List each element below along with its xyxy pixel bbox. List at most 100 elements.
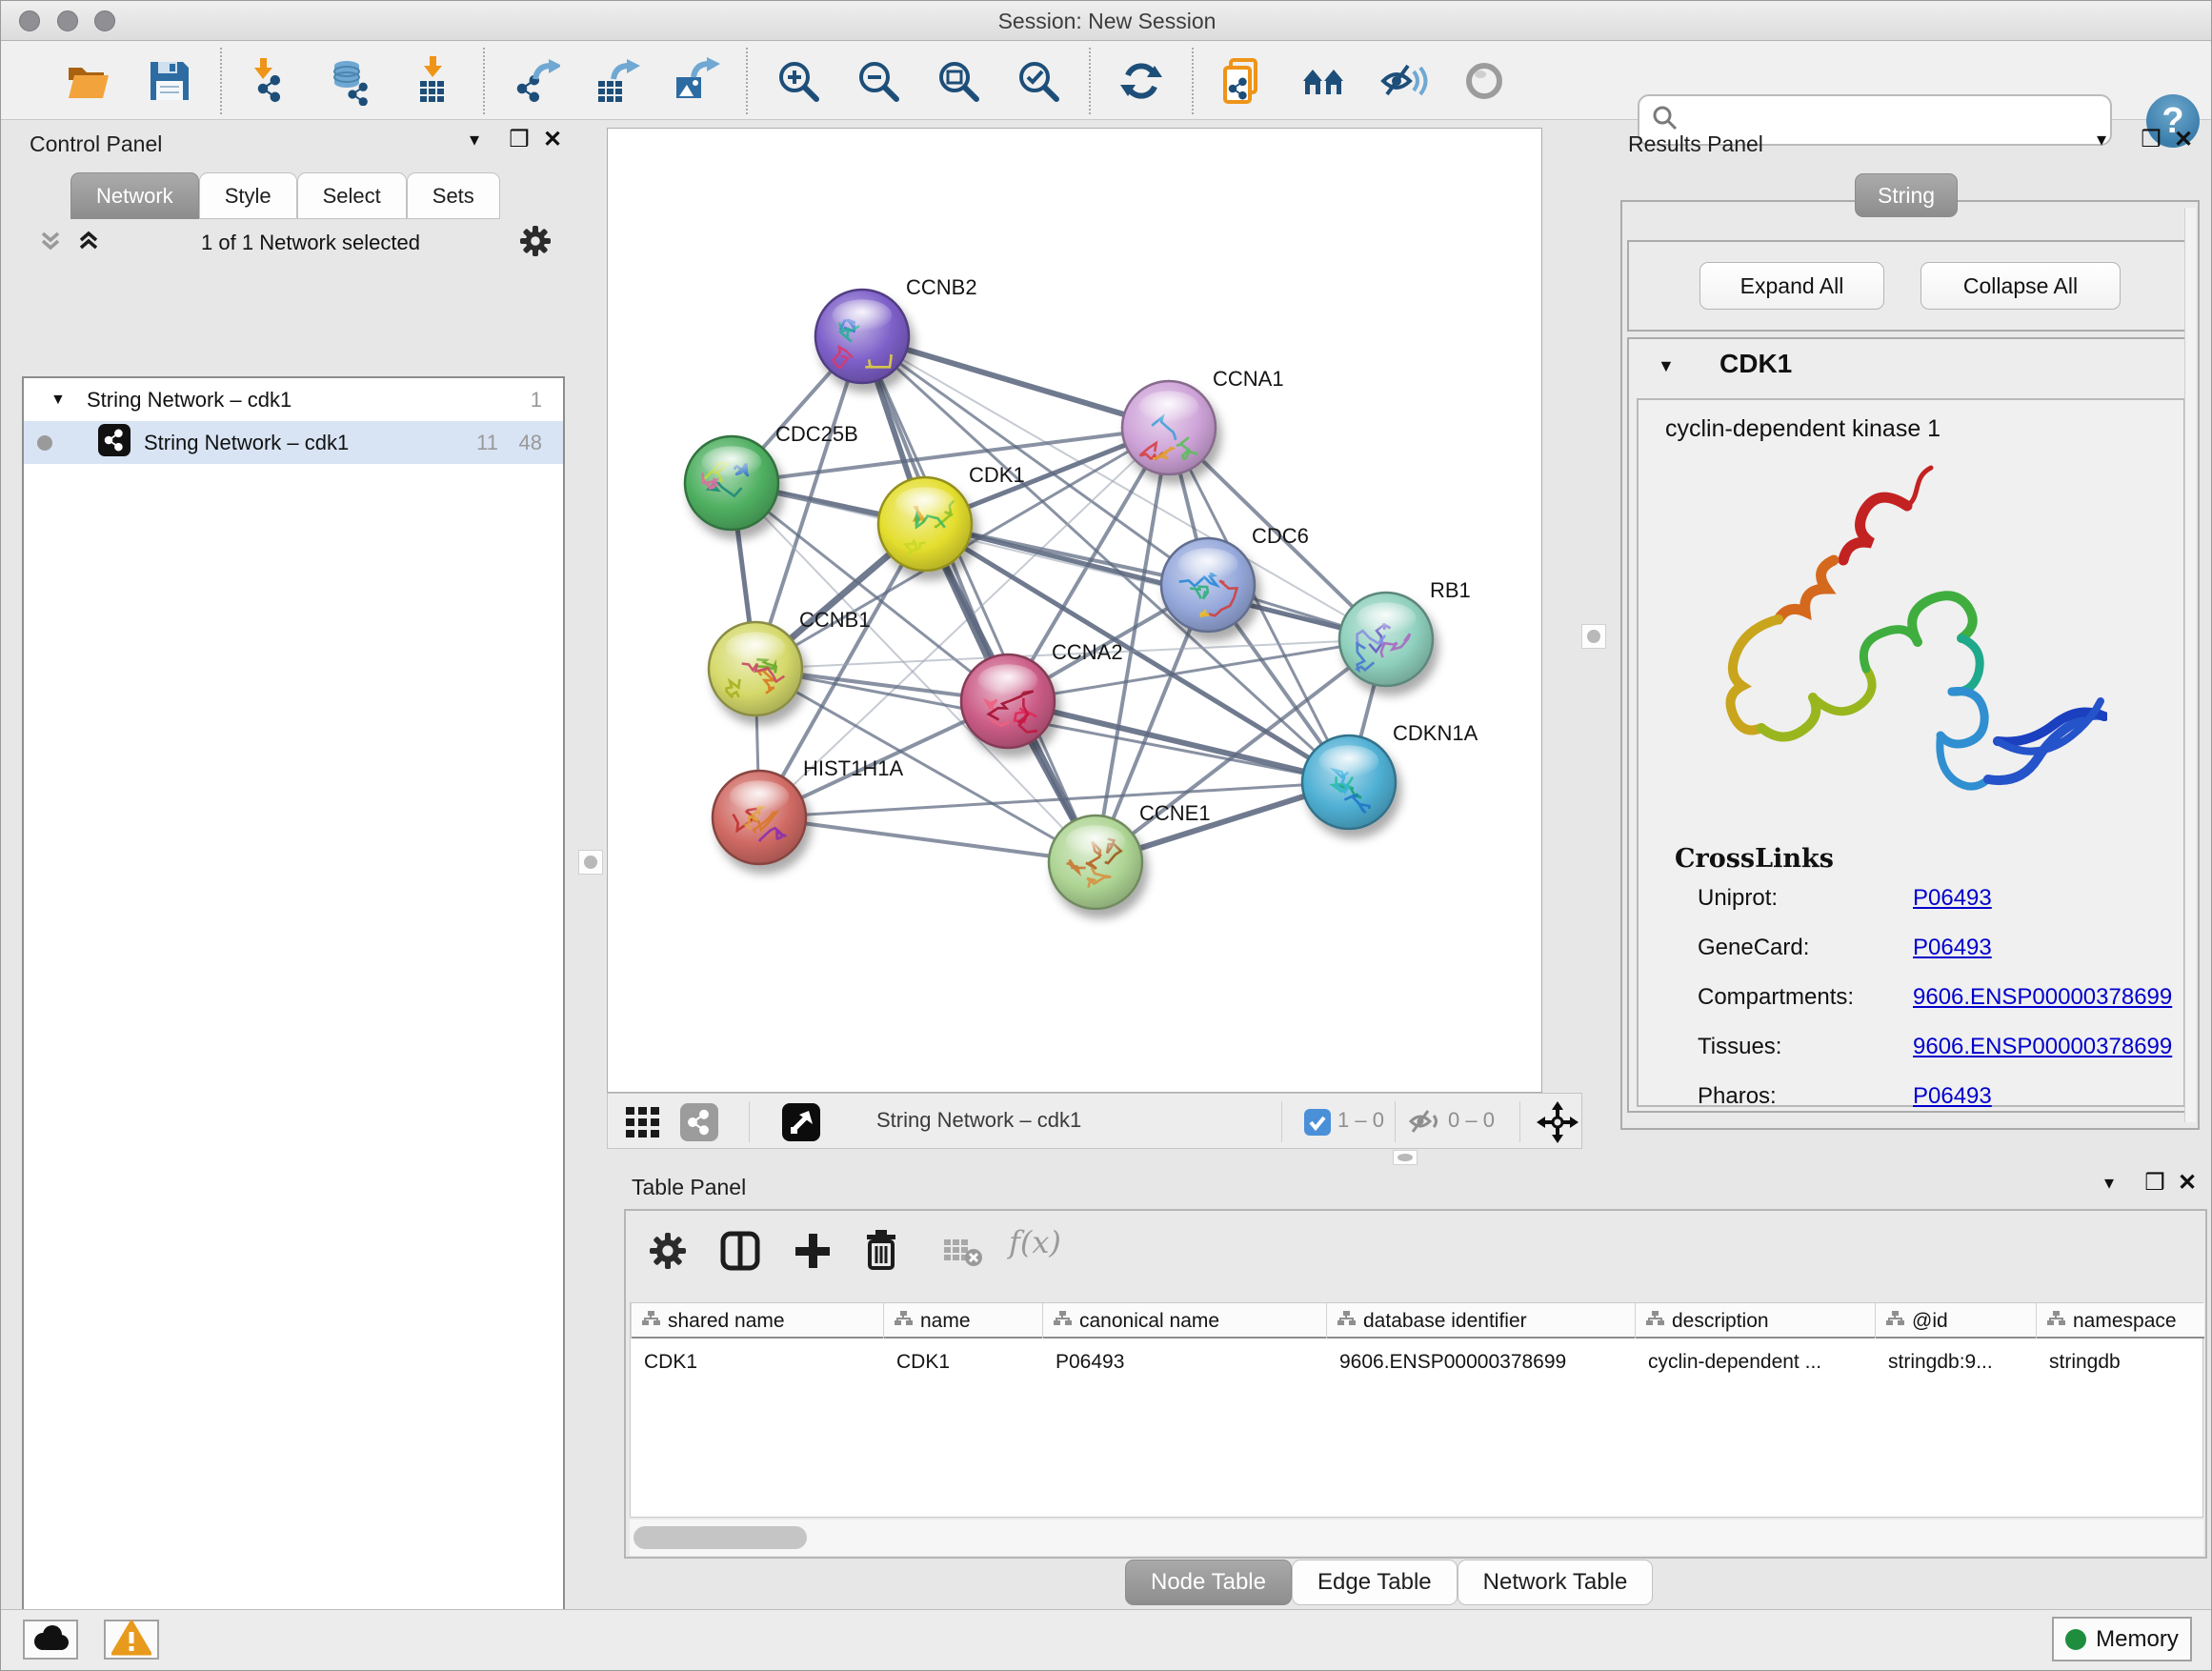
ribbon-segment xyxy=(1907,468,1931,506)
expand-all-button[interactable]: Expand All xyxy=(1699,262,1884,310)
node-RB1[interactable]: RB1 xyxy=(1339,578,1471,686)
node-CCNB2[interactable]: CCNB2 xyxy=(815,275,977,383)
table-cell[interactable]: 9606.ENSP00000378699 xyxy=(1326,1340,1635,1383)
expand-all-icon[interactable] xyxy=(75,228,102,259)
export-network-icon[interactable] xyxy=(511,56,560,106)
selected-checkbox-icon[interactable] xyxy=(1304,1109,1331,1140)
node-gloss xyxy=(978,664,1038,695)
document-share-icon[interactable] xyxy=(1219,56,1269,106)
delete-column-icon[interactable] xyxy=(862,1228,900,1277)
node-CDKN1A[interactable]: CDKN1A xyxy=(1302,721,1478,829)
zoom-fit-icon[interactable] xyxy=(934,56,983,106)
network-options-gear-icon[interactable] xyxy=(519,225,552,262)
network-collection-row[interactable]: ▼ String Network – cdk1 1 xyxy=(24,378,563,421)
tab-node-table[interactable]: Node Table xyxy=(1125,1560,1292,1605)
tree-expander-icon[interactable]: ▼ xyxy=(50,392,79,409)
table-cell[interactable]: cyclin-dependent ... xyxy=(1635,1340,1875,1383)
show-columns-icon[interactable] xyxy=(719,1230,761,1277)
table-hscrollbar-thumb[interactable] xyxy=(633,1526,807,1549)
hide-panels-icon[interactable] xyxy=(1379,56,1429,106)
column-header-5[interactable]: description xyxy=(1635,1303,1875,1339)
warnings-button[interactable] xyxy=(104,1620,159,1660)
table-cell[interactable]: P06493 xyxy=(1042,1340,1326,1383)
table-cell[interactable]: stringdb:9... xyxy=(1875,1340,2036,1383)
crosslink-value-link[interactable]: P06493 xyxy=(1913,935,1992,960)
crosslink-value-link[interactable]: 9606.ENSP00000378699 xyxy=(1913,1034,2172,1059)
node-CDK1[interactable]: CDK1 xyxy=(878,463,1025,571)
tab-sets[interactable]: Sets xyxy=(407,172,500,219)
export-image-icon[interactable] xyxy=(671,56,720,106)
edge-HIST1H1A-CCNE1[interactable] xyxy=(759,817,1096,862)
import-network-icon[interactable] xyxy=(248,56,297,106)
zoom-selected-icon[interactable] xyxy=(1014,56,1063,106)
column-header-4[interactable]: database identifier xyxy=(1326,1303,1635,1339)
add-column-icon[interactable] xyxy=(794,1232,832,1275)
collapse-all-icon[interactable] xyxy=(37,228,64,259)
titlebar: Session: New Session xyxy=(1,1,2212,41)
zoom-out-icon[interactable] xyxy=(854,56,903,106)
results-maximize-icon[interactable]: ❒ xyxy=(2135,126,2167,153)
left-splitter-handle[interactable] xyxy=(578,850,603,875)
table-maximize-icon[interactable]: ❒ xyxy=(2139,1169,2171,1197)
table-close-icon[interactable]: ✕ xyxy=(2171,1169,2203,1197)
network-edge-count: 48 xyxy=(519,431,542,455)
column-header-6[interactable]: @id xyxy=(1875,1303,2036,1339)
tab-string[interactable]: String xyxy=(1855,173,1958,217)
zoom-in-icon[interactable] xyxy=(774,56,823,106)
edge-CDK1-RB1[interactable] xyxy=(925,524,1386,639)
column-header-1[interactable]: shared name xyxy=(631,1303,883,1339)
export-table-icon[interactable] xyxy=(591,56,640,106)
column-header-2[interactable]: name xyxy=(883,1303,1042,1339)
edge-CCNB2-CCNE1[interactable] xyxy=(862,336,1096,862)
bring-to-front-icon[interactable] xyxy=(1299,56,1349,106)
crosslink-value-link[interactable]: P06493 xyxy=(1913,885,1992,911)
table-cell[interactable]: CDK1 xyxy=(631,1340,883,1383)
record-icon[interactable] xyxy=(1459,56,1509,106)
crosslink-value-link[interactable]: 9606.ENSP00000378699 xyxy=(1913,984,2172,1010)
gene-name: CDK1 xyxy=(1719,349,1792,379)
status-bar: Memory xyxy=(1,1609,2212,1671)
table-cell[interactable]: CDK1 xyxy=(883,1340,1042,1383)
right-splitter-handle[interactable] xyxy=(1581,624,1606,649)
tab-edge-table[interactable]: Edge Table xyxy=(1292,1560,1458,1605)
network-graph[interactable]: CCNB2CCNA1CDC25BCDK1CDC6RB1CCNB1CCNA2CDK… xyxy=(608,129,1541,1092)
table-cell[interactable]: stringdb xyxy=(2036,1340,2204,1383)
column-header-3[interactable]: canonical name xyxy=(1042,1303,1326,1339)
network-row[interactable]: String Network – cdk1 11 48 xyxy=(24,421,563,464)
tab-network[interactable]: Network xyxy=(70,172,199,219)
node-CCNA1[interactable]: CCNA1 xyxy=(1122,367,1284,474)
ribbon-segment xyxy=(1761,697,1816,737)
collapse-all-button[interactable]: Collapse All xyxy=(1920,262,2121,310)
open-session-icon[interactable] xyxy=(65,56,114,106)
results-scrollbar[interactable] xyxy=(2184,208,2196,1122)
save-session-icon[interactable] xyxy=(145,56,194,106)
panel-close-icon[interactable]: ✕ xyxy=(536,126,569,153)
view-grid-icon[interactable] xyxy=(623,1103,661,1146)
table-float-icon[interactable]: ▾ xyxy=(2093,1171,2125,1195)
view-share-icon[interactable] xyxy=(680,1103,718,1146)
edge-CCNB2-CCNA1[interactable] xyxy=(862,336,1169,428)
results-float-icon[interactable]: ▾ xyxy=(2085,128,2118,151)
refresh-layout-icon[interactable] xyxy=(1116,56,1166,106)
import-network-database-icon[interactable] xyxy=(328,56,377,106)
node-label-RB1: RB1 xyxy=(1430,578,1471,602)
tab-network-table[interactable]: Network Table xyxy=(1458,1560,1654,1605)
results-close-icon[interactable]: ✕ xyxy=(2167,126,2200,153)
cloud-button[interactable] xyxy=(23,1620,78,1660)
table-row[interactable]: CDK1CDK1P064939606.ENSP00000378699cyclin… xyxy=(631,1340,2204,1383)
tab-style[interactable]: Style xyxy=(199,172,297,219)
table-options-gear-icon[interactable] xyxy=(649,1232,687,1275)
node-gloss xyxy=(702,446,762,477)
memory-button[interactable]: Memory xyxy=(2052,1617,2192,1661)
panel-maximize-icon[interactable]: ❒ xyxy=(503,126,535,153)
network-tree: ▼ String Network – cdk1 1 String Network… xyxy=(22,376,565,1671)
birdseye-view-icon[interactable] xyxy=(782,1103,820,1146)
gene-collapse-icon[interactable]: ▼ xyxy=(1658,356,1675,376)
import-table-icon[interactable] xyxy=(408,56,457,106)
tab-select[interactable]: Select xyxy=(297,172,407,219)
fit-selected-crosshair-icon[interactable] xyxy=(1537,1101,1579,1148)
panel-float-icon[interactable]: ▾ xyxy=(458,128,491,151)
column-header-7[interactable]: namespace xyxy=(2036,1303,2204,1339)
network-view-canvas[interactable]: CCNB2CCNA1CDC25BCDK1CDC6RB1CCNB1CCNA2CDK… xyxy=(607,128,1542,1093)
crosslink-value-link[interactable]: P06493 xyxy=(1913,1083,1992,1109)
